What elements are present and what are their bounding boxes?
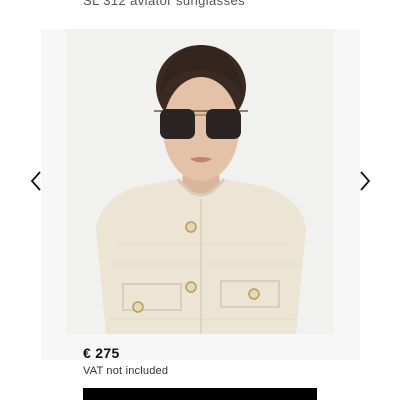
product-title: SL 312 aviator sunglasses — [83, 0, 246, 8]
previous-image-button[interactable] — [26, 168, 46, 194]
chevron-left-icon — [30, 171, 41, 191]
add-to-bag-button[interactable] — [83, 388, 317, 400]
vat-note: VAT not included — [83, 365, 169, 377]
product-page: SL 312 aviator sunglasses € 275 VAT not … — [0, 0, 400, 400]
chevron-right-icon — [360, 171, 371, 191]
next-image-button[interactable] — [355, 168, 375, 194]
product-image[interactable] — [66, 29, 334, 334]
product-price: € 275 — [83, 345, 120, 361]
model-photo — [66, 29, 334, 334]
